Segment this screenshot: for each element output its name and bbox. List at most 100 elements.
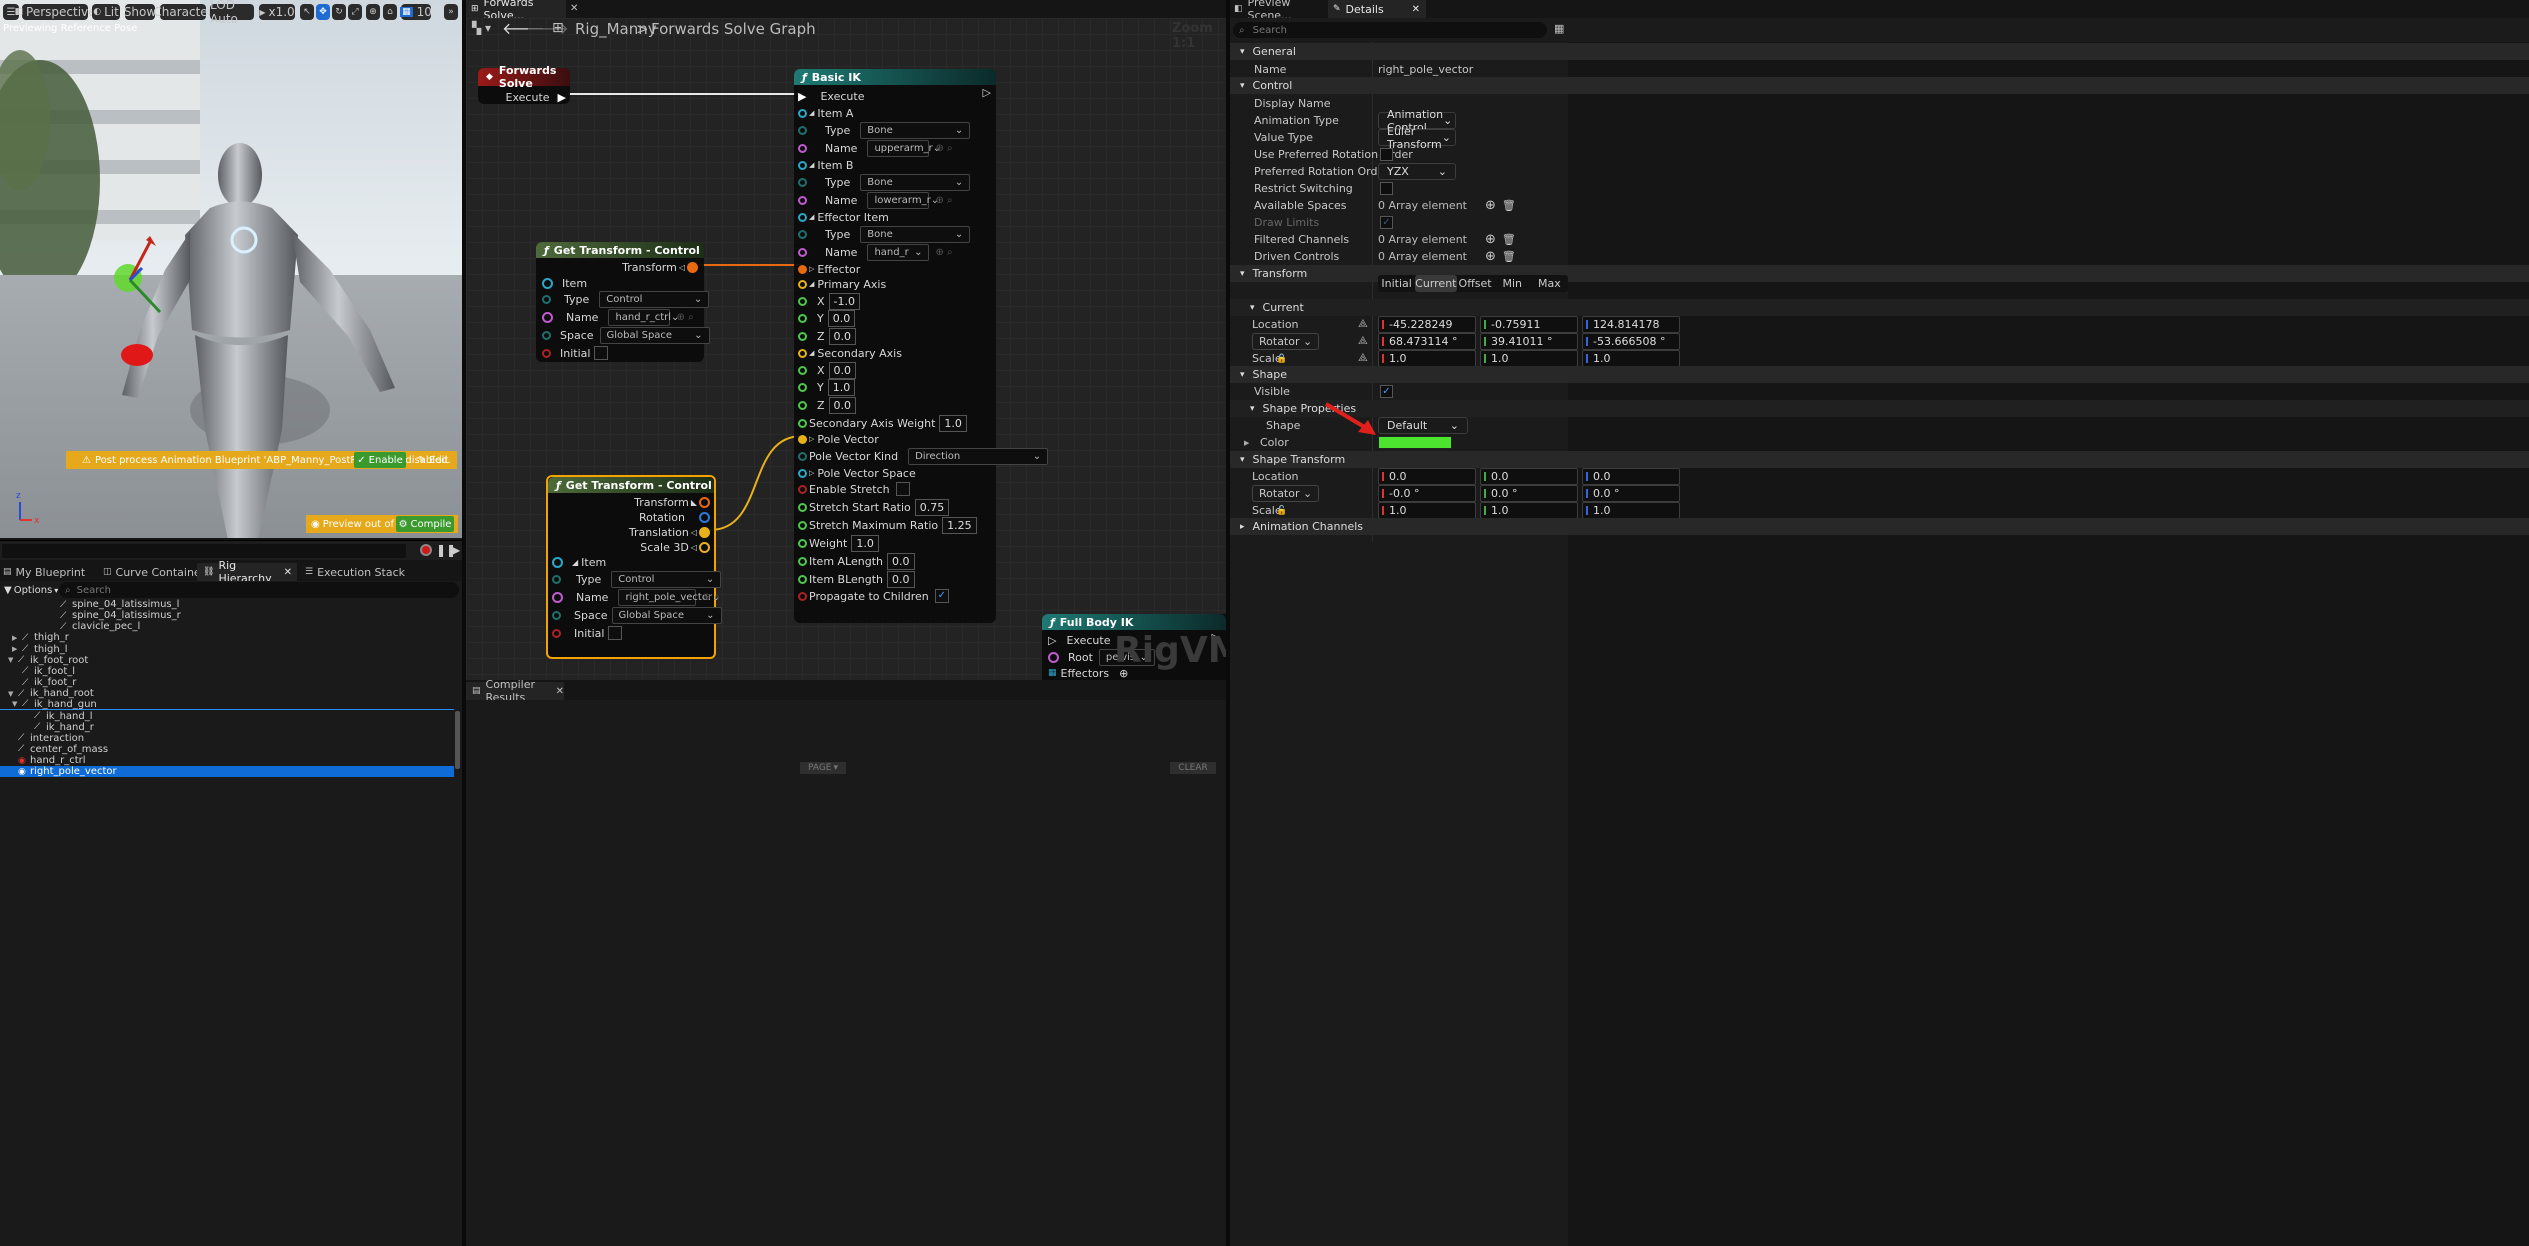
shape-scale-field-x[interactable]: 1.0 <box>1378 502 1476 519</box>
pin-value-field[interactable]: 0.0 <box>828 396 857 414</box>
use-selected-icon[interactable]: ⊕ ⌕ <box>676 312 693 323</box>
shape-rotator-field-z[interactable]: 0.0 ° <box>1582 485 1680 502</box>
shape-scale-field-z[interactable]: 1.0 <box>1582 502 1680 519</box>
pin-value-field[interactable]: 0.0 <box>887 552 915 570</box>
hierarchy-row[interactable]: ⟋ ik_foot_r <box>0 677 454 688</box>
pin-checkbox[interactable]: ✓ <box>934 589 949 603</box>
hierarchy-row[interactable]: ⟋ spine_04_latissimus_l <box>0 599 454 610</box>
scale3d-output-pin[interactable]: Scale 3D ◁ <box>640 536 710 558</box>
tab-details[interactable]: ✎ Details ✕ <box>1328 0 1426 18</box>
page-button[interactable]: PAGE ▾ <box>800 762 846 774</box>
transform-tab-min[interactable]: Min <box>1494 275 1531 292</box>
expanded-arrow-icon[interactable]: ◢ <box>809 349 814 357</box>
pin-value-field[interactable]: 1.0 <box>827 378 856 396</box>
location-field-y[interactable]: -0.75911 <box>1480 316 1578 333</box>
rotator-field-x[interactable]: 68.473114 ° <box>1378 333 1476 350</box>
space-dropdown[interactable]: Global Space ⌄ <box>599 326 710 344</box>
location-field-x[interactable]: -45.228249 <box>1378 316 1476 333</box>
show-button[interactable]: Show <box>124 4 156 20</box>
type-dropdown[interactable]: Control ⌄ <box>611 570 722 588</box>
scale-field-x[interactable]: 1.0 <box>1378 350 1476 367</box>
world-space-button[interactable]: ⊕ <box>366 4 380 20</box>
rotation-order-combo[interactable]: YZX ⌄ <box>1378 163 1456 180</box>
visible-checkbox[interactable]: ✓ <box>1380 385 1393 398</box>
compile-button[interactable]: ⚙ Compile <box>396 516 454 532</box>
forwards-solve-header[interactable]: ◆ Forwards Solve <box>478 64 570 90</box>
expand-arrow-icon[interactable]: ▶ <box>12 634 22 642</box>
timeline-track[interactable] <box>2 544 406 558</box>
transform-output-pin[interactable]: Transform ◁ <box>622 256 698 278</box>
close-icon[interactable]: ✕ <box>284 567 292 578</box>
select-tool-button[interactable]: ↖ <box>300 4 314 20</box>
shape-combo[interactable]: Default ⌄ <box>1378 417 1468 434</box>
use-preferred-rotation-checkbox[interactable] <box>1380 148 1393 161</box>
pin-value-field[interactable]: 1.0 <box>851 534 879 552</box>
section-shape-transform[interactable]: ▾ Shape Transform <box>1230 451 2529 468</box>
restrict-switching-checkbox[interactable] <box>1380 182 1393 195</box>
close-icon[interactable]: ✕ <box>1412 4 1420 15</box>
shape-scale-field-y[interactable]: 1.0 <box>1480 502 1578 519</box>
hierarchy-row[interactable]: ⟋ ik_hand_r <box>0 722 454 733</box>
initial-pin[interactable]: Initial <box>552 622 623 644</box>
use-selected-icon[interactable]: ⊕ ⌕ <box>935 143 952 154</box>
pin-dropdown[interactable]: upperarm_r ⌄ <box>867 139 941 157</box>
viewport[interactable]: z x ☰ ◧ Perspective ◐ Lit Show Character… <box>0 0 462 538</box>
use-selected-icon[interactable]: ⊕ ⌕ <box>935 247 952 258</box>
expand-arrow-icon[interactable]: ▶ <box>12 645 22 653</box>
hierarchy-row[interactable]: ◉ right_pole_vector <box>0 766 454 778</box>
name-dropdown[interactable]: hand_r_ctrl ⌄ <box>608 308 679 326</box>
expanded-arrow-icon[interactable]: ◢ <box>809 213 814 221</box>
scale-field-z[interactable]: 1.0 <box>1582 350 1680 367</box>
expanded-arrow-icon[interactable]: ◢ <box>809 280 814 288</box>
pin-dropdown[interactable]: Direction ⌄ <box>908 447 1049 465</box>
expanded-arrow-icon[interactable]: ◢ <box>809 109 814 117</box>
shape-rotator-field-y[interactable]: 0.0 ° <box>1480 485 1578 502</box>
hierarchy-row[interactable]: ⟋ ik_foot_l <box>0 666 454 677</box>
reset-axis-icon[interactable]: ⟁ <box>1358 334 1368 348</box>
forwards-solve-node[interactable]: ◆ Forwards Solve Execute ▶ <box>478 64 570 104</box>
hierarchy-row[interactable]: ▼ ⟋ ik_hand_gun <box>0 699 454 711</box>
close-icon[interactable]: ✕ <box>570 3 578 14</box>
expand-icon[interactable]: ◢ <box>572 558 578 567</box>
get-transform-node-hand[interactable]: ƒ Get Transform - Control Transform ◁ It… <box>536 242 710 364</box>
initial-pin[interactable]: Initial <box>542 342 609 364</box>
graph-area[interactable]: ▚ ▾ 🡐 🡒 ⊞ Rig_Manny > Forwards Solve Gra… <box>466 18 1226 680</box>
use-selected-icon[interactable]: ⊕ ⌕ <box>702 592 719 603</box>
clear-button[interactable]: CLEAR <box>1170 762 1216 774</box>
space-dropdown[interactable]: Global Space ⌄ <box>611 606 722 624</box>
shape-location-field-x[interactable]: 0.0 <box>1378 468 1476 485</box>
transform-tab-initial[interactable]: Initial <box>1378 275 1415 292</box>
initial-checkbox[interactable] <box>594 346 609 360</box>
translate-tool-button[interactable]: ✥ <box>316 4 330 20</box>
section-shape[interactable]: ▾ Shape <box>1230 366 2529 383</box>
initial-checkbox[interactable] <box>608 626 623 640</box>
hierarchy-row[interactable]: ▶ ⟋ thigh_r <box>0 632 454 643</box>
basic-ik-header[interactable]: ƒ Basic IK <box>794 69 996 85</box>
section-shape-properties[interactable]: ▾ Shape Properties <box>1230 400 2529 417</box>
surface-snap-button[interactable]: ⌂ <box>383 4 397 20</box>
hierarchy-row[interactable]: ▼ ⟋ ik_foot_root <box>0 655 454 666</box>
value-type-combo[interactable]: Euler Transform ⌄ <box>1378 125 1456 151</box>
section-animation-channels[interactable]: ▸ Animation Channels <box>1230 518 2529 535</box>
trash-icon[interactable]: 🗑 <box>1502 233 1516 246</box>
hierarchy-options-button[interactable]: ▼ Options ▾ <box>4 582 58 598</box>
name-dropdown[interactable]: right_pole_vector ⌄ <box>618 588 720 606</box>
tab-curve-container[interactable]: ◫ Curve Container <box>103 563 205 581</box>
collapsed-arrow-icon[interactable]: ▷ <box>809 265 814 273</box>
property-matrix-icon[interactable]: ▦ <box>1554 22 1564 35</box>
pin-dropdown[interactable]: Bone ⌄ <box>860 173 971 191</box>
reset-axis-icon[interactable]: ⟁ <box>1358 351 1368 365</box>
basic-ik-node[interactable]: ƒ Basic IK ▶ Execute ◢ Item A Type Bone ⌄ Name u… <box>794 69 1049 623</box>
transform-tab-offset[interactable]: Offset <box>1457 275 1494 292</box>
pin-dropdown[interactable]: hand_r ⌄ <box>867 243 930 261</box>
rotator-field-y[interactable]: 39.41011 ° <box>1480 333 1578 350</box>
collapsed-arrow-icon[interactable]: ▷ <box>809 435 814 443</box>
add-icon[interactable]: ⊕ <box>1485 249 1496 264</box>
hierarchy-scrollbar[interactable] <box>455 711 460 769</box>
add-icon[interactable]: ⊕ <box>1485 198 1496 213</box>
pin-value-field[interactable]: 0.0 <box>827 309 856 327</box>
perspective-button[interactable]: ◧ Perspective <box>15 4 96 20</box>
lod-button[interactable]: LOD Auto <box>210 0 254 26</box>
section-general[interactable]: ▾ General <box>1230 43 2529 60</box>
tab-rig-hierarchy[interactable]: ⛓ Rig Hierarchy ✕ <box>197 559 297 585</box>
